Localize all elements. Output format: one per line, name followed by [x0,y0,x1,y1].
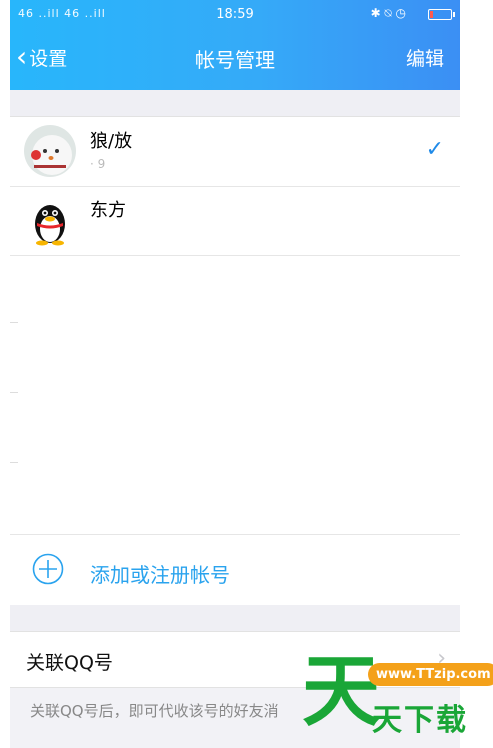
account-name: 狼/放 [90,131,133,152]
battery-icon [428,9,455,20]
divider [10,392,18,393]
watermark-url: www.TTzip.com [368,663,493,686]
divider [10,462,18,463]
account-item-2[interactable]: 东方 [10,186,460,256]
account-item-1[interactable]: 狼/放 · 9 ✓ [10,117,460,187]
linked-qq-description: 关联QQ号后，即可代收该号的好友消 [30,702,279,720]
account-management-screen: 46 ..ill 46 ..ill 18:59 ✱ ⍉ ◷ ‹ 设置 帐号管理 … [10,0,460,748]
watermark-logo: 天 www.TTzip.com 天下载 [300,647,493,748]
divider [10,322,18,323]
snowman-photo-avatar [24,125,76,177]
linked-qq-label: 关联QQ号 [26,652,113,674]
account-number: · 9 [90,157,106,171]
check-icon: ✓ [425,137,444,162]
add-account-label: 添加或注册帐号 [90,563,230,587]
header: 46 ..ill 46 ..ill 18:59 ✱ ⍉ ◷ ‹ 设置 帐号管理 … [10,0,460,90]
account-name: 东方 [90,200,126,221]
qq-penguin-avatar [24,194,76,246]
account-list: 狼/放 · 9 ✓ 东方 [10,116,460,535]
add-account-button[interactable]: 添加或注册帐号 [10,534,460,606]
section-gap [10,605,460,631]
watermark-big-char: 天 [302,647,381,737]
section-gap [10,90,460,116]
status-bar: 46 ..ill 46 ..ill 18:59 ✱ ⍉ ◷ [10,0,460,28]
page-title: 帐号管理 [195,48,275,72]
watermark-text: 天下载 [372,703,468,738]
status-icons: ✱ ⍉ ◷ [370,6,406,20]
edit-button[interactable]: 编辑 [406,44,444,71]
plus-circle-icon [32,553,64,585]
